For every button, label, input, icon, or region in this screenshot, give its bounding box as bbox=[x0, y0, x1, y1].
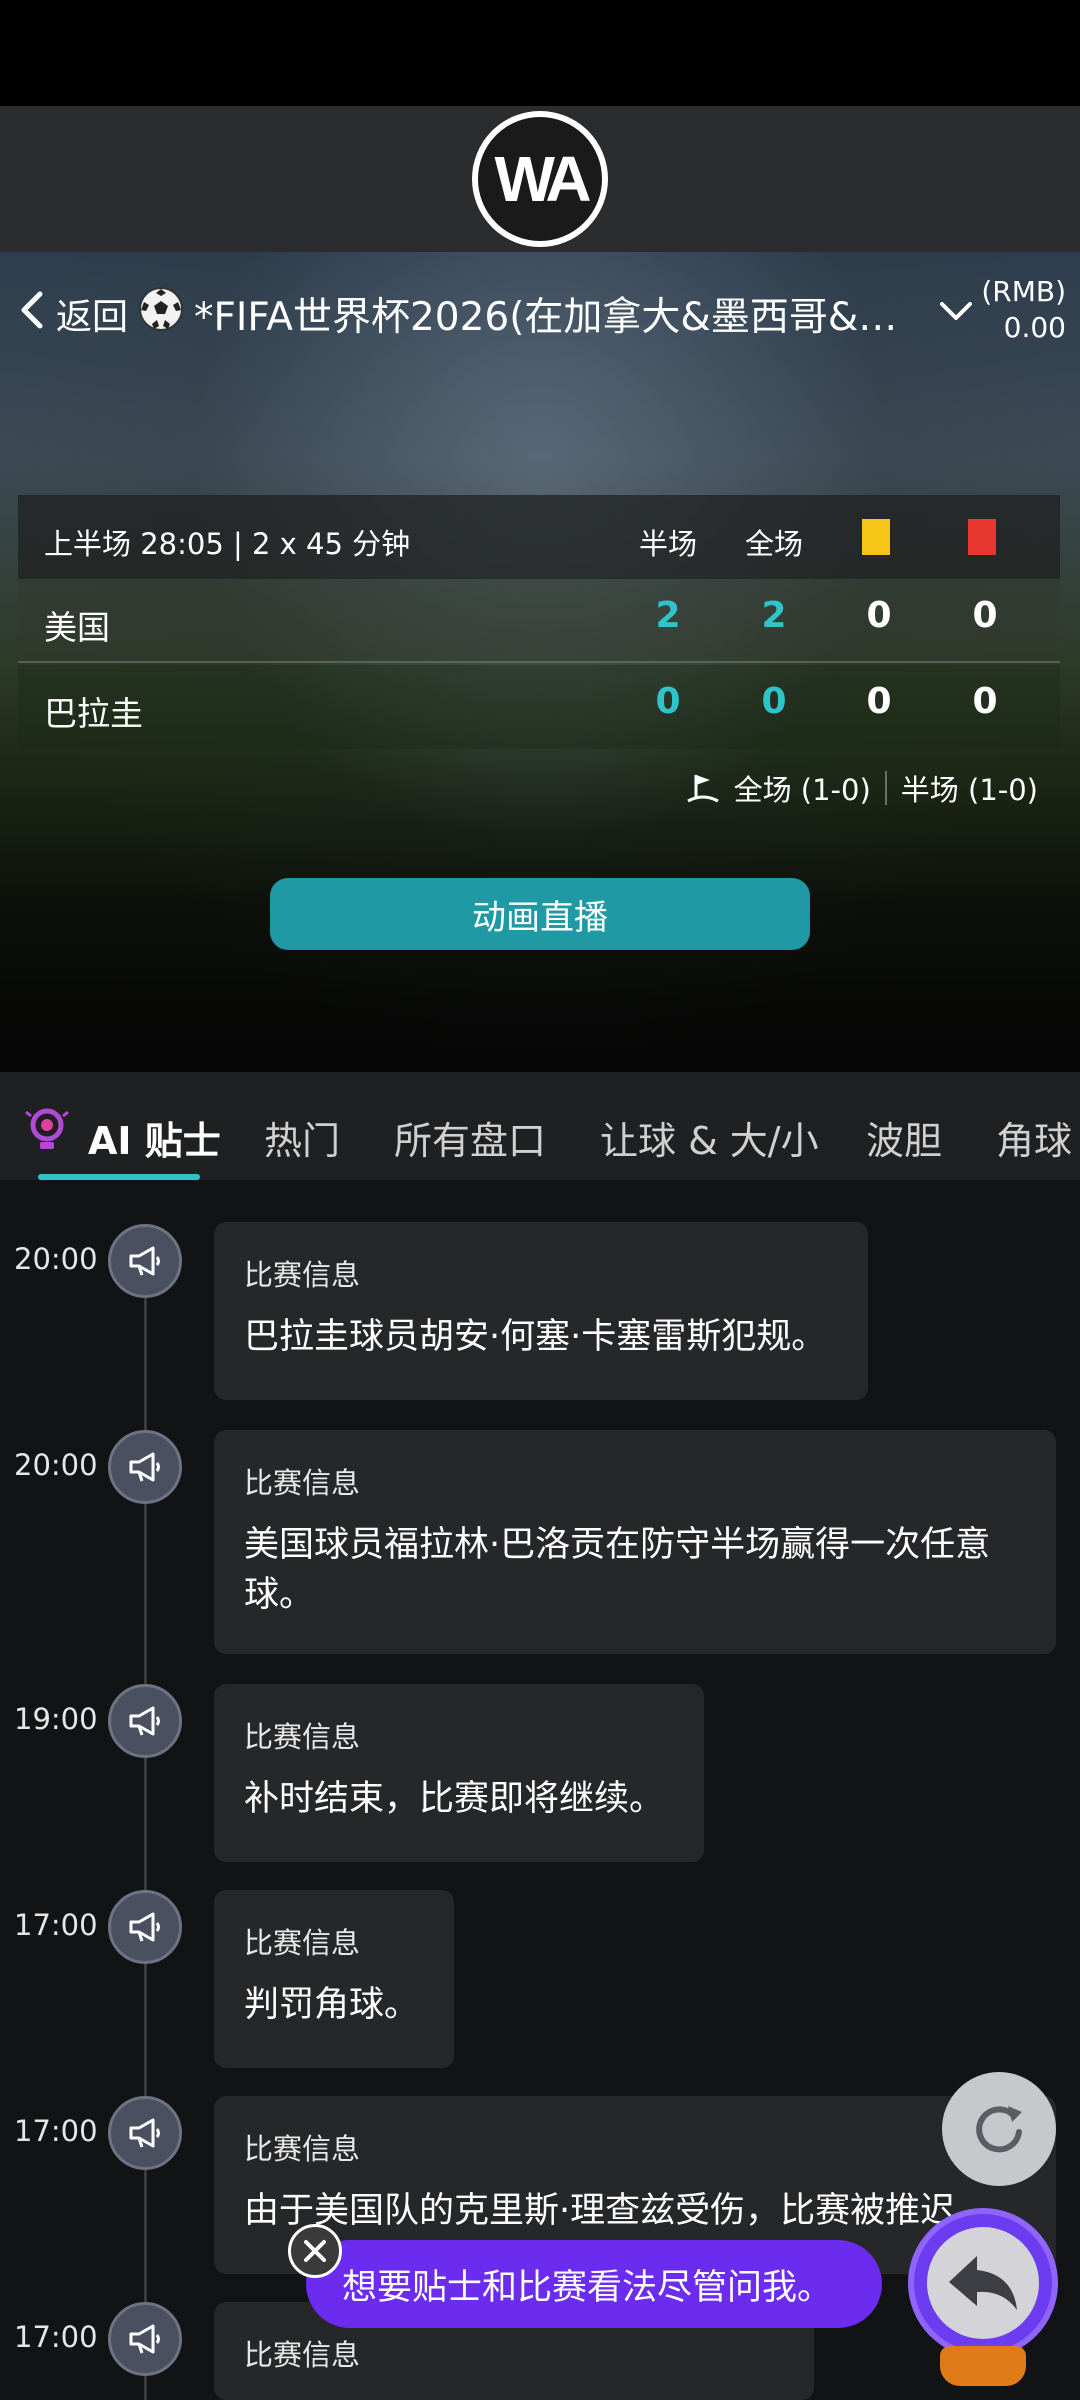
balance-display[interactable]: (RMB) 0.00 bbox=[981, 274, 1066, 346]
event-title: 比赛信息 bbox=[244, 2338, 361, 2372]
chevron-down-icon[interactable] bbox=[936, 296, 976, 326]
corner-flag-icon bbox=[686, 775, 719, 803]
event-card: 比赛信息 巴拉圭球员胡安·何塞·卡塞雷斯犯规。 bbox=[214, 1222, 868, 1400]
megaphone-icon bbox=[108, 1430, 182, 1504]
soccer-ball-icon bbox=[139, 287, 183, 331]
event-text: 美国球员福拉林·巴洛贡在防守半场赢得一次任意球。 bbox=[244, 1525, 991, 1615]
tab-all-markets[interactable]: 所有盘口 bbox=[394, 1110, 546, 1165]
yellow-card-count: 0 bbox=[866, 681, 892, 722]
match-period: 上半场 28:05 | 2 x 45 分钟 bbox=[44, 527, 411, 561]
ai-bulb-icon bbox=[25, 1108, 69, 1149]
team-name: 美国 bbox=[44, 608, 110, 647]
megaphone-icon bbox=[108, 1890, 182, 1964]
event-title: 比赛信息 bbox=[244, 1258, 361, 1292]
half-time-score: 2 bbox=[655, 595, 681, 636]
event-card: 比赛信息 补时结束，比赛即将继续。 bbox=[214, 1684, 704, 1862]
megaphone-icon bbox=[108, 1224, 182, 1298]
tab-handicap-over-under[interactable]: 让球 & 大/小 bbox=[600, 1110, 819, 1165]
team-row: 巴拉圭 0 0 0 0 bbox=[18, 665, 1060, 749]
full-time-score: 0 bbox=[761, 681, 787, 722]
corners-half-time: 半场 (1-0) bbox=[900, 773, 1038, 807]
event-time: 17:00 bbox=[14, 2114, 98, 2148]
half-time-header: 半场 bbox=[638, 527, 697, 561]
refresh-button[interactable] bbox=[942, 2072, 1056, 2186]
team-row: 美国 2 2 0 0 bbox=[18, 579, 1060, 663]
event-time: 17:00 bbox=[14, 1908, 98, 1942]
event-time: 17:00 bbox=[14, 2320, 98, 2354]
assistant-prompt[interactable]: 想要贴士和比赛看法尽管问我。 bbox=[306, 2240, 882, 2328]
event-text: 巴拉圭球员胡安·何塞·卡塞雷斯犯规。 bbox=[244, 1317, 827, 1357]
assistant-mascot bbox=[940, 2346, 1026, 2386]
event-text: 判罚角球。 bbox=[244, 1985, 420, 2025]
full-time-score: 2 bbox=[761, 595, 787, 636]
refresh-icon bbox=[976, 2106, 1022, 2153]
red-card-count: 0 bbox=[972, 681, 998, 722]
divider bbox=[884, 771, 887, 805]
event-title: 比赛信息 bbox=[244, 1926, 361, 1960]
megaphone-icon bbox=[108, 2302, 182, 2376]
full-time-header: 全场 bbox=[744, 527, 803, 561]
half-time-score: 0 bbox=[655, 681, 681, 722]
tab-popular[interactable]: 热门 bbox=[264, 1110, 340, 1165]
brand-logo: WA bbox=[472, 111, 608, 247]
red-card-count: 0 bbox=[972, 595, 998, 636]
assistant-button[interactable] bbox=[908, 2208, 1058, 2388]
event-text: 补时结束，比赛即将继续。 bbox=[244, 1779, 665, 1819]
event-time: 20:00 bbox=[14, 1242, 98, 1276]
animation-live-button[interactable]: 动画直播 bbox=[270, 878, 810, 950]
brand-bar: WA bbox=[0, 106, 1080, 252]
scoreboard: 上半场 28:05 | 2 x 45 分钟 半场 全场 美国 2 2 0 0 巴… bbox=[18, 495, 1060, 807]
assistant-icon bbox=[908, 2208, 1058, 2358]
match-header: 返回 *FIFA世界杯2026(在加拿大&墨西哥&美国) (RMB) 0.00 bbox=[0, 270, 1080, 350]
brand-logo-mark: WA bbox=[494, 143, 591, 215]
red-card-icon bbox=[968, 519, 996, 555]
yellow-card-count: 0 bbox=[866, 595, 892, 636]
event-title: 比赛信息 bbox=[244, 1720, 361, 1754]
megaphone-icon bbox=[108, 2096, 182, 2170]
back-icon[interactable] bbox=[14, 290, 50, 330]
close-icon[interactable] bbox=[288, 2224, 342, 2278]
back-button-label[interactable]: 返回 bbox=[56, 288, 128, 340]
event-title: 比赛信息 bbox=[244, 1466, 361, 1500]
yellow-card-icon bbox=[862, 519, 890, 555]
reply-arrow-icon bbox=[927, 2227, 1039, 2339]
event-card: 比赛信息 美国球员福拉林·巴洛贡在防守半场赢得一次任意球。 bbox=[214, 1430, 1056, 1654]
corners-summary: 全场 (1-0) 半场 (1-0) bbox=[686, 767, 1038, 809]
status-bar bbox=[0, 0, 1080, 106]
megaphone-icon bbox=[108, 1684, 182, 1758]
corners-full-time: 全场 (1-0) bbox=[733, 773, 871, 807]
event-card: 比赛信息 判罚角球。 bbox=[214, 1890, 454, 2068]
team-name: 巴拉圭 bbox=[44, 694, 143, 733]
match-title[interactable]: *FIFA世界杯2026(在加拿大&墨西哥&美国) bbox=[194, 286, 914, 342]
tab-corners[interactable]: 角球 bbox=[996, 1110, 1072, 1165]
tab-ai-tips[interactable]: AI 贴士 bbox=[88, 1110, 221, 1165]
currency-label: (RMB) bbox=[981, 275, 1066, 308]
event-time: 20:00 bbox=[14, 1448, 98, 1482]
tab-correct-score[interactable]: 波胆 bbox=[866, 1110, 942, 1165]
market-tabs: AI 贴士 热门 所有盘口 让球 & 大/小 波胆 角球 bbox=[0, 1072, 1080, 1180]
event-time: 19:00 bbox=[14, 1702, 98, 1736]
event-title: 比赛信息 bbox=[244, 2132, 361, 2166]
scoreboard-header: 上半场 28:05 | 2 x 45 分钟 半场 全场 bbox=[18, 495, 1060, 579]
balance-value: 0.00 bbox=[1003, 311, 1066, 344]
timeline-line bbox=[144, 1240, 147, 2400]
